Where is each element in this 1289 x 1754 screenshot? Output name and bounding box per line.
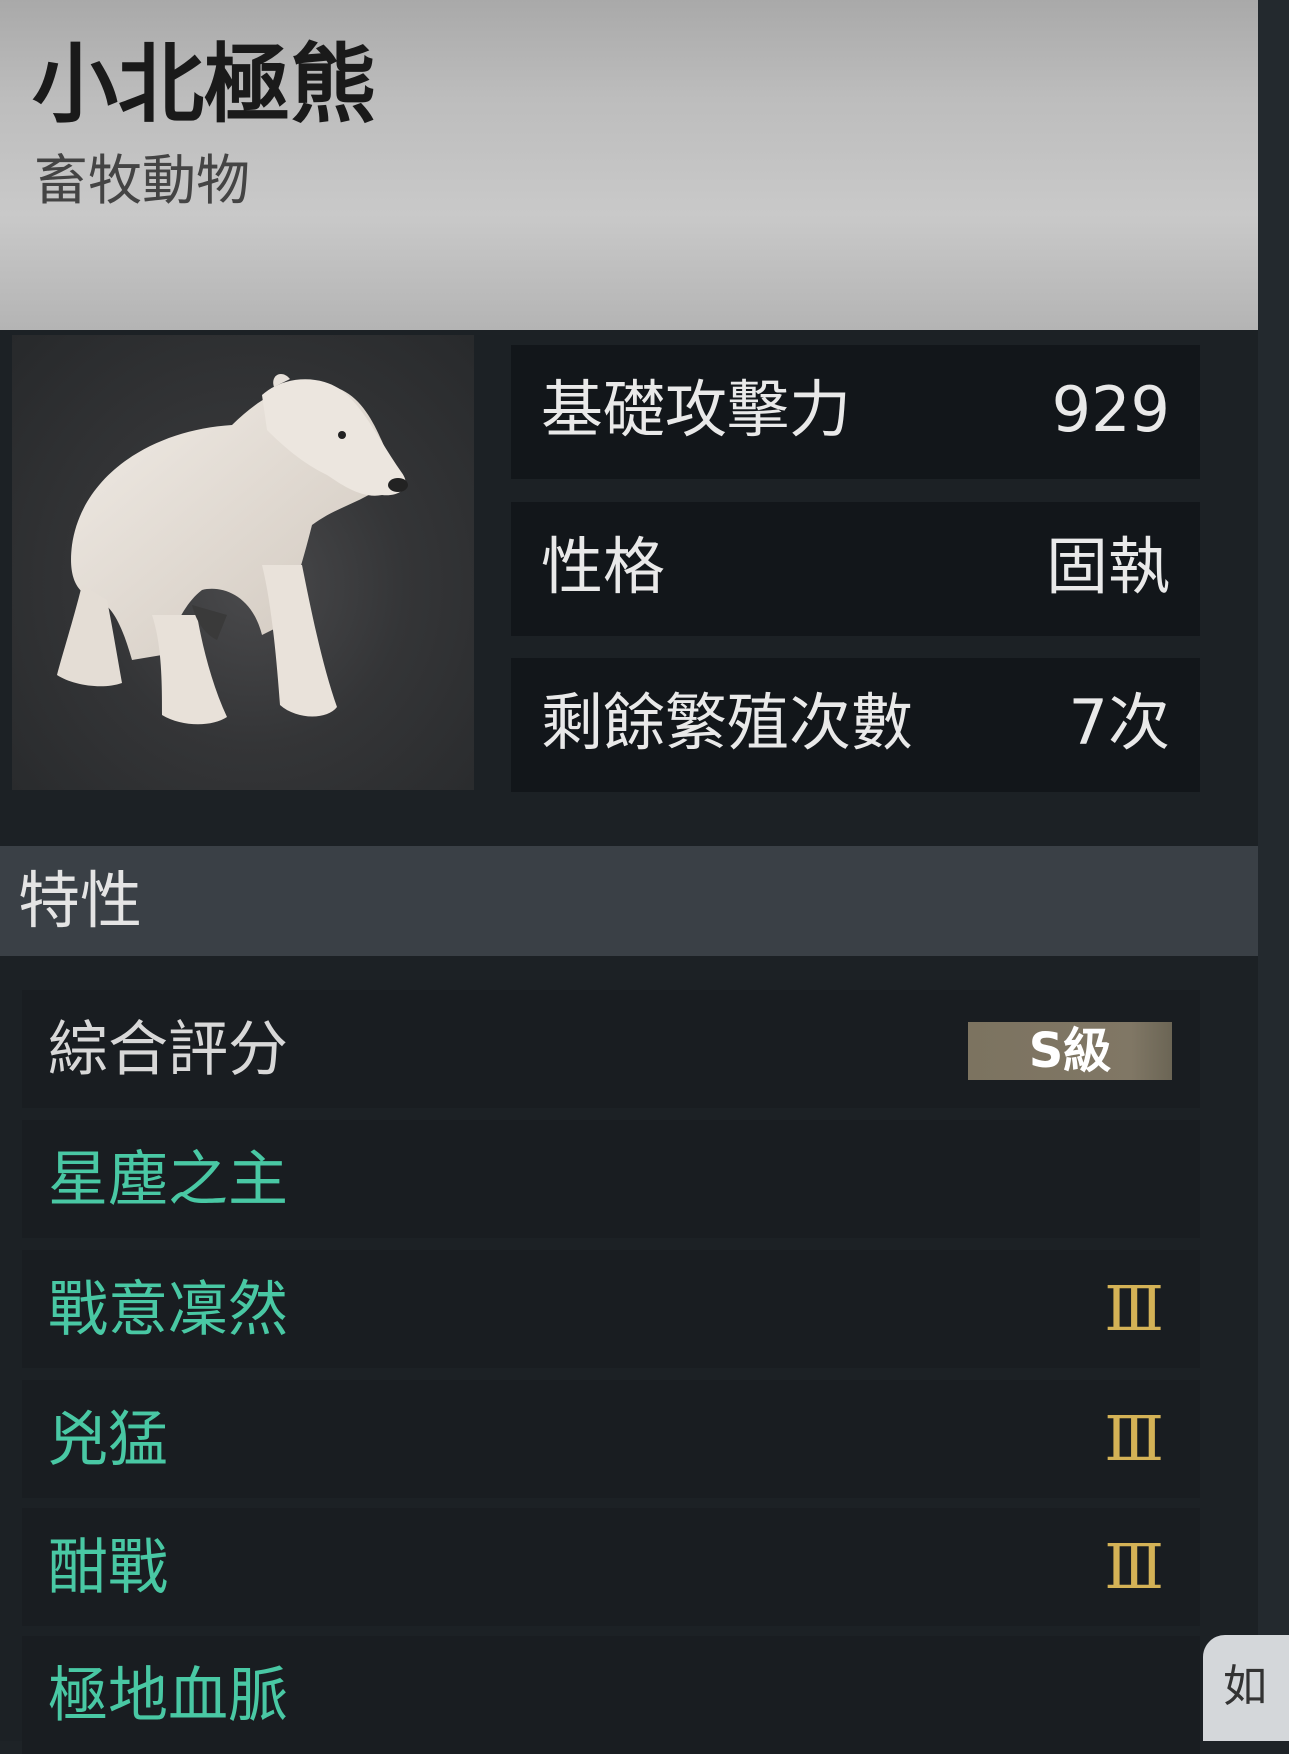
traits-section-header: 特性: [0, 846, 1258, 956]
overall-rating-row: 綜合評分 S級: [22, 990, 1200, 1108]
overall-rating-label: 綜合評分: [48, 1015, 288, 1085]
header: 小北極熊 畜牧動物: [0, 0, 1258, 330]
stat-value: 929: [1051, 373, 1170, 446]
pet-name: 小北極熊: [32, 35, 376, 135]
stat-row-personality: 性格 固執: [511, 502, 1200, 636]
trait-level: Ⅲ: [1104, 1402, 1164, 1475]
trait-name: 酣戰: [48, 1533, 168, 1603]
pet-detail-panel: 小北極熊 畜牧動物 基礎攻擊力 929 性格 固執 剩餘繁殖次數 7次 特性 綜…: [0, 0, 1258, 1754]
stat-label: 基礎攻擊力: [541, 373, 852, 446]
trait-row[interactable]: 兇猛 Ⅲ: [22, 1380, 1200, 1498]
floating-button-label: 如: [1223, 1661, 1267, 1712]
stat-label: 剩餘繁殖次數: [541, 686, 914, 759]
section-title: 特性: [18, 864, 143, 937]
stat-row-breeding: 剩餘繁殖次數 7次: [511, 658, 1200, 792]
stat-value: 固執: [1045, 530, 1170, 603]
trait-level: Ⅲ: [1104, 1530, 1164, 1603]
pet-category: 畜牧動物: [34, 149, 250, 212]
trait-name: 兇猛: [48, 1405, 168, 1475]
trait-level: Ⅲ: [1104, 1272, 1164, 1345]
polar-bear-portrait: [12, 335, 474, 790]
trait-name: 戰意凜然: [48, 1275, 288, 1345]
trait-name: 極地血脈: [48, 1661, 288, 1731]
stat-row-attack: 基礎攻擊力 929: [511, 345, 1200, 479]
polar-bear-icon: [57, 373, 408, 725]
trait-row[interactable]: 戰意凜然 Ⅲ: [22, 1250, 1200, 1368]
stat-label: 性格: [541, 530, 666, 603]
trait-row[interactable]: 酣戰 Ⅲ: [22, 1508, 1200, 1626]
grade-badge: S級: [968, 1022, 1172, 1080]
trait-row[interactable]: 星塵之主: [22, 1120, 1200, 1238]
floating-action-button[interactable]: 如: [1203, 1635, 1289, 1741]
trait-name: 星塵之主: [48, 1145, 288, 1215]
right-edge-strip: [1258, 0, 1289, 1741]
trait-row[interactable]: 極地血脈: [22, 1636, 1200, 1754]
stat-value: 7次: [1068, 686, 1170, 759]
